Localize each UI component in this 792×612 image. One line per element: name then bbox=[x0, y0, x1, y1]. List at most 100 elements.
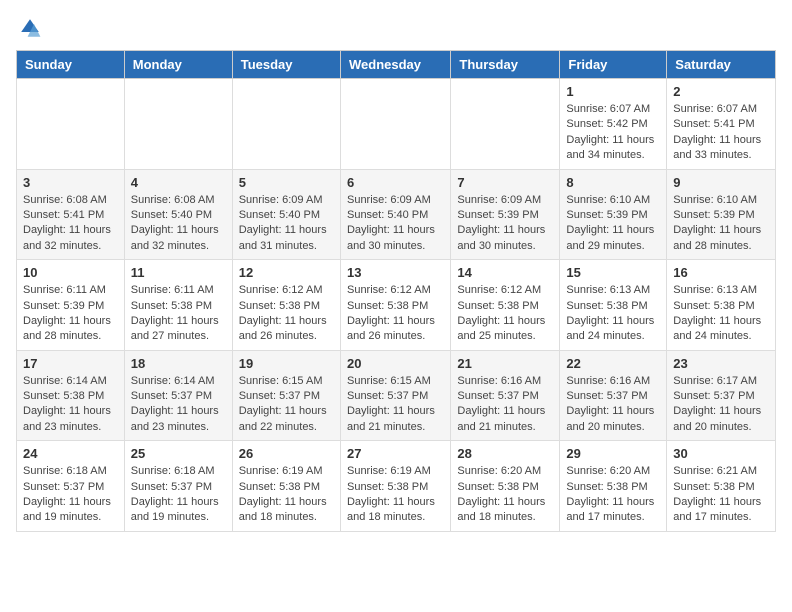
calendar-cell: 17Sunrise: 6:14 AM Sunset: 5:38 PM Dayli… bbox=[17, 350, 125, 441]
day-number: 18 bbox=[131, 356, 226, 371]
calendar-cell: 12 Sunrise: 6:12 AM Sunset: 5:38 PM Dayli… bbox=[232, 260, 340, 351]
calendar-cell: 6 Sunrise: 6:09 AM Sunset: 5:40 PM Daylig… bbox=[340, 169, 450, 260]
day-info: Sunrise: 6:15 AM Sunset: 5:37 PM Dayligh… bbox=[239, 374, 334, 436]
day-number: 2 bbox=[673, 84, 769, 99]
calendar-cell: 2 Sunrise: 6:07 AM Sunset: 5:41 PM Daylig… bbox=[667, 79, 776, 170]
calendar-header-thursday: Thursday bbox=[451, 51, 560, 79]
day-info: Sunrise: 6:11 AM Sunset: 5:38 PM Dayligh… bbox=[131, 283, 226, 345]
day-number: 16 bbox=[673, 265, 769, 280]
calendar-cell bbox=[232, 79, 340, 170]
calendar-cell: 8 Sunrise: 6:10 AM Sunset: 5:39 PM Daylig… bbox=[560, 169, 667, 260]
day-number: 13 bbox=[347, 265, 444, 280]
day-number: 26 bbox=[239, 446, 334, 461]
day-info: Sunrise: 6:09 AM Sunset: 5:40 PM Dayligh… bbox=[347, 193, 444, 255]
day-number: 15 bbox=[566, 265, 660, 280]
day-info: Sunrise: 6:20 AM Sunset: 5:38 PM Dayligh… bbox=[566, 464, 660, 526]
calendar-header-friday: Friday bbox=[560, 51, 667, 79]
day-number: 24 bbox=[23, 446, 118, 461]
day-info: Sunrise: 6:21 AM Sunset: 5:38 PM Dayligh… bbox=[673, 464, 769, 526]
day-info: Sunrise: 6:13 AM Sunset: 5:38 PM Dayligh… bbox=[673, 283, 769, 345]
calendar-cell: 5 Sunrise: 6:09 AM Sunset: 5:40 PM Daylig… bbox=[232, 169, 340, 260]
calendar-cell: 16 Sunrise: 6:13 AM Sunset: 5:38 PM Dayli… bbox=[667, 260, 776, 351]
day-number: 1 bbox=[566, 84, 660, 99]
calendar-cell bbox=[17, 79, 125, 170]
calendar-cell: 27Sunrise: 6:19 AM Sunset: 5:38 PM Dayli… bbox=[340, 441, 450, 532]
calendar-cell: 26 Sunrise: 6:19 AM Sunset: 5:38 PM Dayli… bbox=[232, 441, 340, 532]
calendar-cell: 24 Sunrise: 6:18 AM Sunset: 5:37 PM Dayli… bbox=[17, 441, 125, 532]
calendar-cell: 28 Sunrise: 6:20 AM Sunset: 5:38 PM Dayli… bbox=[451, 441, 560, 532]
calendar-week-4: 17Sunrise: 6:14 AM Sunset: 5:38 PM Dayli… bbox=[17, 350, 776, 441]
calendar-body: 1 Sunrise: 6:07 AM Sunset: 5:42 PM Daylig… bbox=[17, 79, 776, 532]
day-info: Sunrise: 6:19 AM Sunset: 5:38 PM Dayligh… bbox=[347, 464, 444, 526]
calendar-table: SundayMondayTuesdayWednesdayThursdayFrid… bbox=[16, 50, 776, 532]
day-number: 22 bbox=[566, 356, 660, 371]
day-number: 4 bbox=[131, 175, 226, 190]
calendar-header-monday: Monday bbox=[124, 51, 232, 79]
day-number: 3 bbox=[23, 175, 118, 190]
day-number: 21 bbox=[457, 356, 553, 371]
calendar-cell: 4 Sunrise: 6:08 AM Sunset: 5:40 PM Daylig… bbox=[124, 169, 232, 260]
calendar-cell: 14 Sunrise: 6:12 AM Sunset: 5:38 PM Dayli… bbox=[451, 260, 560, 351]
day-number: 23 bbox=[673, 356, 769, 371]
calendar-cell: 23 Sunrise: 6:17 AM Sunset: 5:37 PM Dayli… bbox=[667, 350, 776, 441]
calendar-header-saturday: Saturday bbox=[667, 51, 776, 79]
calendar-cell: 10Sunrise: 6:11 AM Sunset: 5:39 PM Dayli… bbox=[17, 260, 125, 351]
day-info: Sunrise: 6:18 AM Sunset: 5:37 PM Dayligh… bbox=[131, 464, 226, 526]
calendar-cell: 1 Sunrise: 6:07 AM Sunset: 5:42 PM Daylig… bbox=[560, 79, 667, 170]
calendar-header-sunday: Sunday bbox=[17, 51, 125, 79]
day-info: Sunrise: 6:07 AM Sunset: 5:41 PM Dayligh… bbox=[673, 102, 769, 164]
day-info: Sunrise: 6:10 AM Sunset: 5:39 PM Dayligh… bbox=[566, 193, 660, 255]
page-header bbox=[16, 16, 776, 40]
day-info: Sunrise: 6:09 AM Sunset: 5:40 PM Dayligh… bbox=[239, 193, 334, 255]
day-number: 28 bbox=[457, 446, 553, 461]
calendar-week-1: 1 Sunrise: 6:07 AM Sunset: 5:42 PM Daylig… bbox=[17, 79, 776, 170]
calendar-cell: 7 Sunrise: 6:09 AM Sunset: 5:39 PM Daylig… bbox=[451, 169, 560, 260]
day-number: 5 bbox=[239, 175, 334, 190]
calendar-week-2: 3 Sunrise: 6:08 AM Sunset: 5:41 PM Daylig… bbox=[17, 169, 776, 260]
day-number: 10 bbox=[23, 265, 118, 280]
day-number: 19 bbox=[239, 356, 334, 371]
calendar-cell: 19 Sunrise: 6:15 AM Sunset: 5:37 PM Dayli… bbox=[232, 350, 340, 441]
day-info: Sunrise: 6:16 AM Sunset: 5:37 PM Dayligh… bbox=[566, 374, 660, 436]
day-info: Sunrise: 6:17 AM Sunset: 5:37 PM Dayligh… bbox=[673, 374, 769, 436]
day-info: Sunrise: 6:10 AM Sunset: 5:39 PM Dayligh… bbox=[673, 193, 769, 255]
calendar-week-3: 10Sunrise: 6:11 AM Sunset: 5:39 PM Dayli… bbox=[17, 260, 776, 351]
day-info: Sunrise: 6:08 AM Sunset: 5:40 PM Dayligh… bbox=[131, 193, 226, 255]
calendar-header-tuesday: Tuesday bbox=[232, 51, 340, 79]
logo bbox=[16, 16, 42, 40]
day-info: Sunrise: 6:14 AM Sunset: 5:38 PM Dayligh… bbox=[23, 374, 118, 436]
calendar-week-5: 24 Sunrise: 6:18 AM Sunset: 5:37 PM Dayli… bbox=[17, 441, 776, 532]
day-number: 14 bbox=[457, 265, 553, 280]
day-number: 9 bbox=[673, 175, 769, 190]
calendar-cell: 18Sunrise: 6:14 AM Sunset: 5:37 PM Dayli… bbox=[124, 350, 232, 441]
day-info: Sunrise: 6:07 AM Sunset: 5:42 PM Dayligh… bbox=[566, 102, 660, 164]
day-number: 6 bbox=[347, 175, 444, 190]
day-number: 8 bbox=[566, 175, 660, 190]
day-number: 29 bbox=[566, 446, 660, 461]
day-number: 12 bbox=[239, 265, 334, 280]
day-number: 11 bbox=[131, 265, 226, 280]
day-info: Sunrise: 6:12 AM Sunset: 5:38 PM Dayligh… bbox=[239, 283, 334, 345]
day-info: Sunrise: 6:18 AM Sunset: 5:37 PM Dayligh… bbox=[23, 464, 118, 526]
logo-icon bbox=[18, 16, 42, 40]
calendar-cell: 3 Sunrise: 6:08 AM Sunset: 5:41 PM Daylig… bbox=[17, 169, 125, 260]
day-info: Sunrise: 6:13 AM Sunset: 5:38 PM Dayligh… bbox=[566, 283, 660, 345]
day-number: 25 bbox=[131, 446, 226, 461]
day-number: 7 bbox=[457, 175, 553, 190]
day-info: Sunrise: 6:12 AM Sunset: 5:38 PM Dayligh… bbox=[457, 283, 553, 345]
day-number: 30 bbox=[673, 446, 769, 461]
day-info: Sunrise: 6:20 AM Sunset: 5:38 PM Dayligh… bbox=[457, 464, 553, 526]
calendar-header-wednesday: Wednesday bbox=[340, 51, 450, 79]
calendar-cell: 25 Sunrise: 6:18 AM Sunset: 5:37 PM Dayli… bbox=[124, 441, 232, 532]
day-info: Sunrise: 6:08 AM Sunset: 5:41 PM Dayligh… bbox=[23, 193, 118, 255]
day-info: Sunrise: 6:09 AM Sunset: 5:39 PM Dayligh… bbox=[457, 193, 553, 255]
day-info: Sunrise: 6:15 AM Sunset: 5:37 PM Dayligh… bbox=[347, 374, 444, 436]
calendar-cell bbox=[340, 79, 450, 170]
day-info: Sunrise: 6:19 AM Sunset: 5:38 PM Dayligh… bbox=[239, 464, 334, 526]
day-info: Sunrise: 6:12 AM Sunset: 5:38 PM Dayligh… bbox=[347, 283, 444, 345]
calendar-cell bbox=[451, 79, 560, 170]
calendar-header-row: SundayMondayTuesdayWednesdayThursdayFrid… bbox=[17, 51, 776, 79]
calendar-cell: 30 Sunrise: 6:21 AM Sunset: 5:38 PM Dayli… bbox=[667, 441, 776, 532]
calendar-cell: 20Sunrise: 6:15 AM Sunset: 5:37 PM Dayli… bbox=[340, 350, 450, 441]
day-info: Sunrise: 6:16 AM Sunset: 5:37 PM Dayligh… bbox=[457, 374, 553, 436]
